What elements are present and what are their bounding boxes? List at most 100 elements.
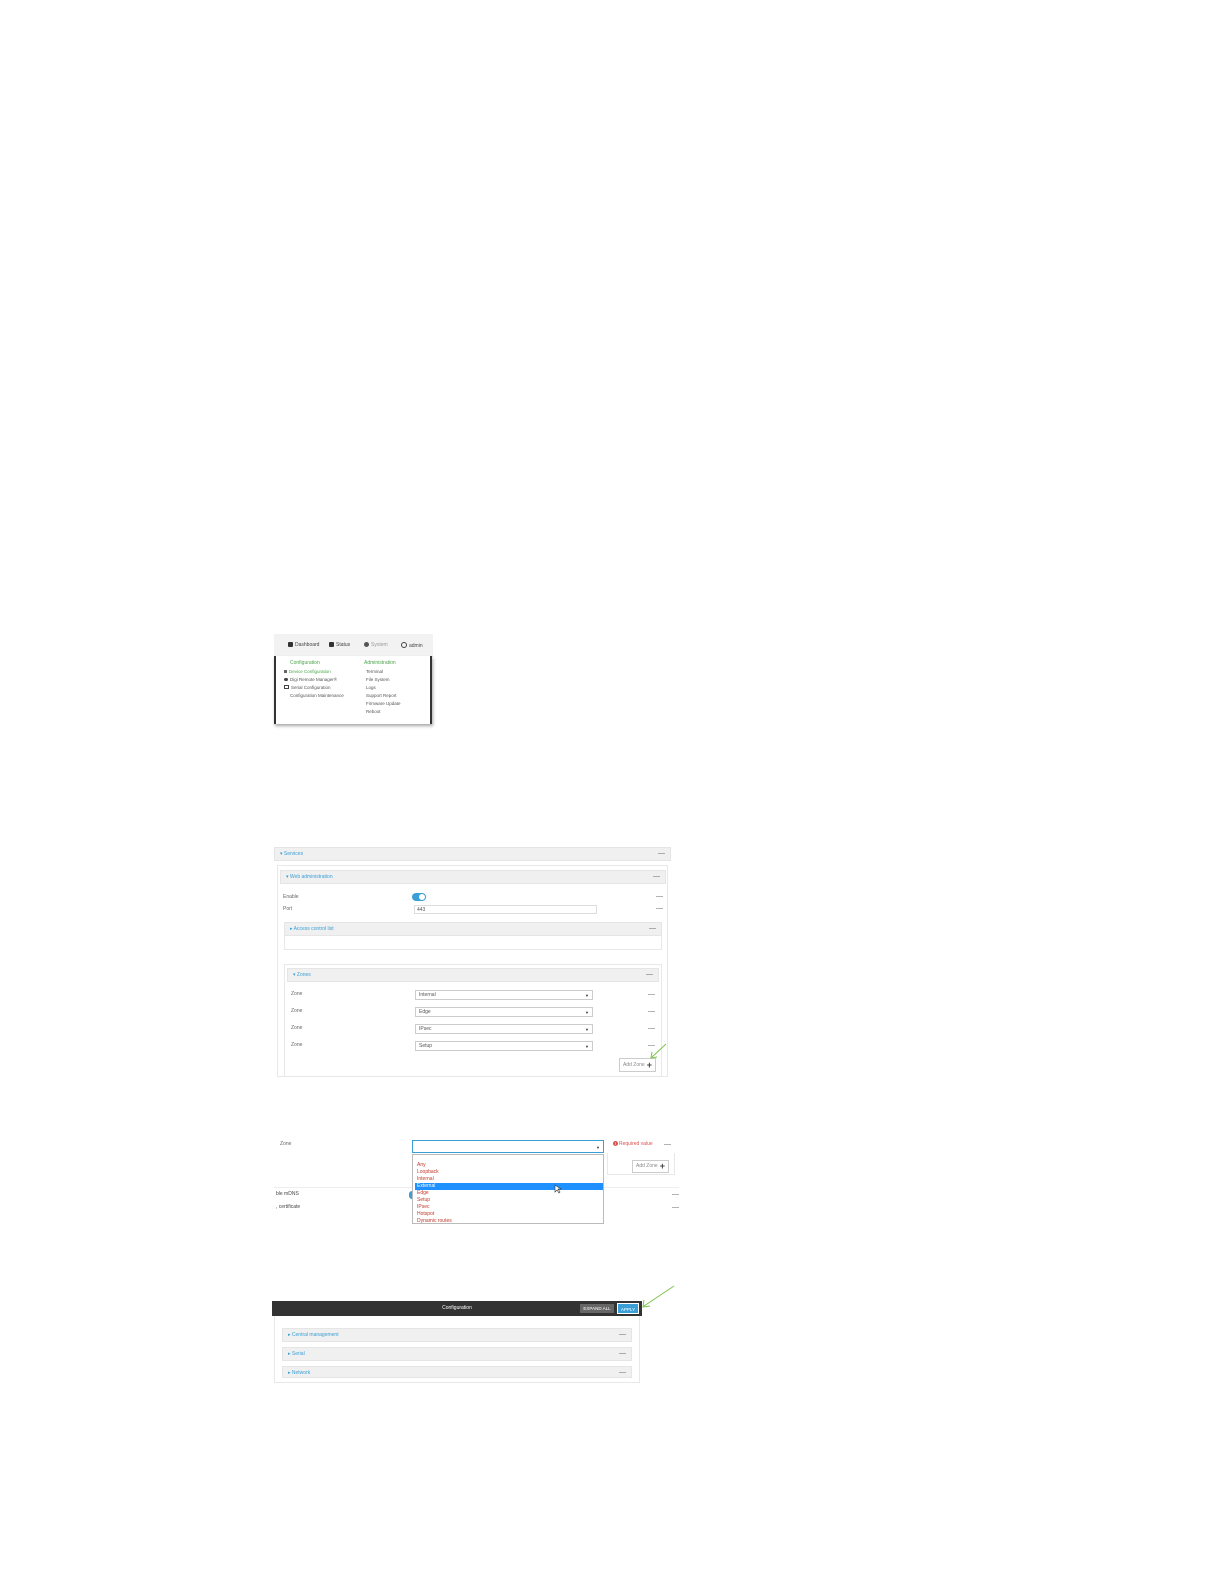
web-admin-label-text: Web administration xyxy=(289,874,333,880)
dropdown-option[interactable]: Loopback xyxy=(415,1169,603,1176)
grid-icon xyxy=(329,642,334,647)
cloud-icon xyxy=(284,678,288,681)
collapse-icon[interactable]: — xyxy=(619,1368,626,1378)
web-admin-section-header[interactable]: ▾ Web administration — xyxy=(280,870,666,884)
zone-select[interactable]: IPsec ▼ xyxy=(415,1024,593,1034)
caret-down-icon: ▼ xyxy=(585,1027,589,1032)
user-icon xyxy=(401,642,407,648)
configuration-header: Configuration EXPAND ALL APPLY xyxy=(272,1301,642,1316)
collapse-icon[interactable]: — xyxy=(653,872,660,882)
menu-serial-configuration[interactable]: Serial Configuration xyxy=(284,685,331,690)
collapse-icon[interactable]: — xyxy=(649,924,656,934)
apply-button[interactable]: APPLY xyxy=(617,1303,639,1314)
dropdown-option[interactable]: IPsec xyxy=(415,1204,603,1211)
serial-header[interactable]: ▸ Serial — xyxy=(282,1347,632,1361)
dropdown-option[interactable]: Edge xyxy=(415,1190,603,1197)
nav-system[interactable]: System xyxy=(364,642,388,648)
remove-icon[interactable]: — xyxy=(648,1008,655,1015)
section-label: ▸ Network xyxy=(288,1370,311,1376)
dropdown-option[interactable]: Setup xyxy=(415,1197,603,1204)
add-zone-label: Add Zone xyxy=(623,1062,645,1068)
port-label: Port xyxy=(283,906,293,912)
serial-icon xyxy=(284,685,289,689)
plus-icon: + xyxy=(659,1161,665,1171)
nav-admin[interactable]: admin xyxy=(401,642,423,649)
gear-icon xyxy=(364,642,369,647)
dropdown-option-selected[interactable]: External xyxy=(415,1183,603,1190)
zone-select[interactable]: Internal ▼ xyxy=(415,990,593,1000)
collapse-icon[interactable]: — xyxy=(619,1330,626,1340)
top-nav-bar: Dashboard Status System admin xyxy=(274,634,433,657)
zone-label: Zone xyxy=(291,1025,303,1031)
nav-status[interactable]: Status xyxy=(329,642,350,648)
remove-icon[interactable]: — xyxy=(664,1141,671,1148)
services-label-text: Services xyxy=(283,851,304,857)
remove-icon[interactable]: — xyxy=(656,905,663,912)
access-control-body xyxy=(284,936,662,950)
system-dropdown-panel: Configuration Administration Device Conf… xyxy=(274,656,432,724)
menu-item-label: Device Configuration xyxy=(289,669,331,674)
administration-heading: Administration xyxy=(364,660,396,666)
dropdown-option[interactable]: Hotspot xyxy=(415,1211,603,1218)
menu-firmware-update[interactable]: Firmware Update xyxy=(366,701,401,706)
remove-icon[interactable]: — xyxy=(648,991,655,998)
nav-status-label: Status xyxy=(336,642,351,648)
expand-all-button[interactable]: EXPAND ALL xyxy=(580,1304,614,1313)
menu-digi-remote-manager[interactable]: Digi Remote Manager® xyxy=(284,677,337,682)
zone-label: Zone xyxy=(291,1042,303,1048)
network-header[interactable]: ▸ Network — xyxy=(282,1366,632,1378)
menu-configuration-maintenance[interactable]: Configuration Maintenance xyxy=(290,693,344,698)
green-arrow-icon xyxy=(642,1285,675,1308)
zones-section-header[interactable]: ▾ Zones — xyxy=(287,968,659,982)
zone-label: Zone xyxy=(291,991,303,997)
system-menu-screenshot: Dashboard Status System admin Configurat… xyxy=(274,634,433,724)
menu-device-configuration[interactable]: Device Configuration xyxy=(284,669,331,674)
dropdown-option[interactable]: Internal xyxy=(415,1176,603,1183)
add-zone-button[interactable]: Add Zone + xyxy=(632,1160,669,1173)
menu-reboot[interactable]: Reboot xyxy=(366,709,381,714)
nav-dashboard[interactable]: Dashboard xyxy=(288,642,319,648)
zone-select[interactable]: Setup ▼ xyxy=(415,1041,593,1051)
remove-icon[interactable]: — xyxy=(672,1191,679,1198)
menu-logs[interactable]: Logs xyxy=(366,685,376,690)
green-arrow-icon xyxy=(650,1043,667,1059)
collapse-icon[interactable]: — xyxy=(619,1349,626,1359)
central-management-header[interactable]: ▸ Central management — xyxy=(282,1328,632,1342)
caret-down-icon: ▼ xyxy=(585,993,589,998)
zone-label: Zone xyxy=(280,1141,292,1147)
caret-down-icon: ▼ xyxy=(596,1145,600,1150)
services-label: ▾ Services xyxy=(280,851,304,857)
services-section-header[interactable]: ▾ Services — xyxy=(274,847,671,861)
configuration-heading: Configuration xyxy=(290,660,320,666)
zone-select-open[interactable]: ▼ xyxy=(412,1140,604,1153)
zones-label: ▾ Zones xyxy=(293,972,311,978)
zone-select[interactable]: Edge ▼ xyxy=(415,1007,593,1017)
background-row-label: ble mDNS xyxy=(276,1191,299,1197)
collapse-icon[interactable]: — xyxy=(646,970,653,980)
required-value-text: Required value xyxy=(619,1141,653,1147)
access-control-header[interactable]: ▸ Access control list — xyxy=(284,922,662,936)
remove-icon[interactable]: — xyxy=(656,893,663,900)
services-screenshot: ▾ Services — ▾ Web administration — Enab… xyxy=(274,847,671,1077)
menu-terminal[interactable]: Terminal xyxy=(366,669,383,674)
section-label-text: Serial xyxy=(291,1351,305,1357)
dropdown-option[interactable]: Any xyxy=(415,1162,603,1169)
port-input[interactable]: 443 xyxy=(414,905,597,914)
section-label-text: Network xyxy=(291,1370,311,1376)
zone-dropdown-screenshot: Zone ▼ ! Required value — Add Zone + ble m… xyxy=(274,1136,679,1231)
nav-dashboard-label: Dashboard xyxy=(295,642,320,648)
apply-screenshot: Configuration EXPAND ALL APPLY ▸ Central… xyxy=(272,1283,677,1383)
remove-icon[interactable]: — xyxy=(672,1204,679,1211)
enable-toggle[interactable] xyxy=(412,893,426,901)
zone-select-value: Edge xyxy=(419,1009,431,1015)
menu-item-label: Digi Remote Manager® xyxy=(290,677,338,682)
dropdown-option[interactable]: Dynamic routes xyxy=(415,1218,603,1225)
remove-icon[interactable]: — xyxy=(648,1025,655,1032)
menu-support-report[interactable]: Support Report xyxy=(366,693,397,698)
add-zone-label: Add Zone xyxy=(636,1163,658,1169)
collapse-icon[interactable]: — xyxy=(658,849,665,859)
background-row-label: , certificate xyxy=(276,1204,301,1210)
menu-file-system[interactable]: File System xyxy=(366,677,390,682)
required-value-error: ! Required value xyxy=(613,1141,653,1147)
nav-system-label: System xyxy=(371,642,388,648)
